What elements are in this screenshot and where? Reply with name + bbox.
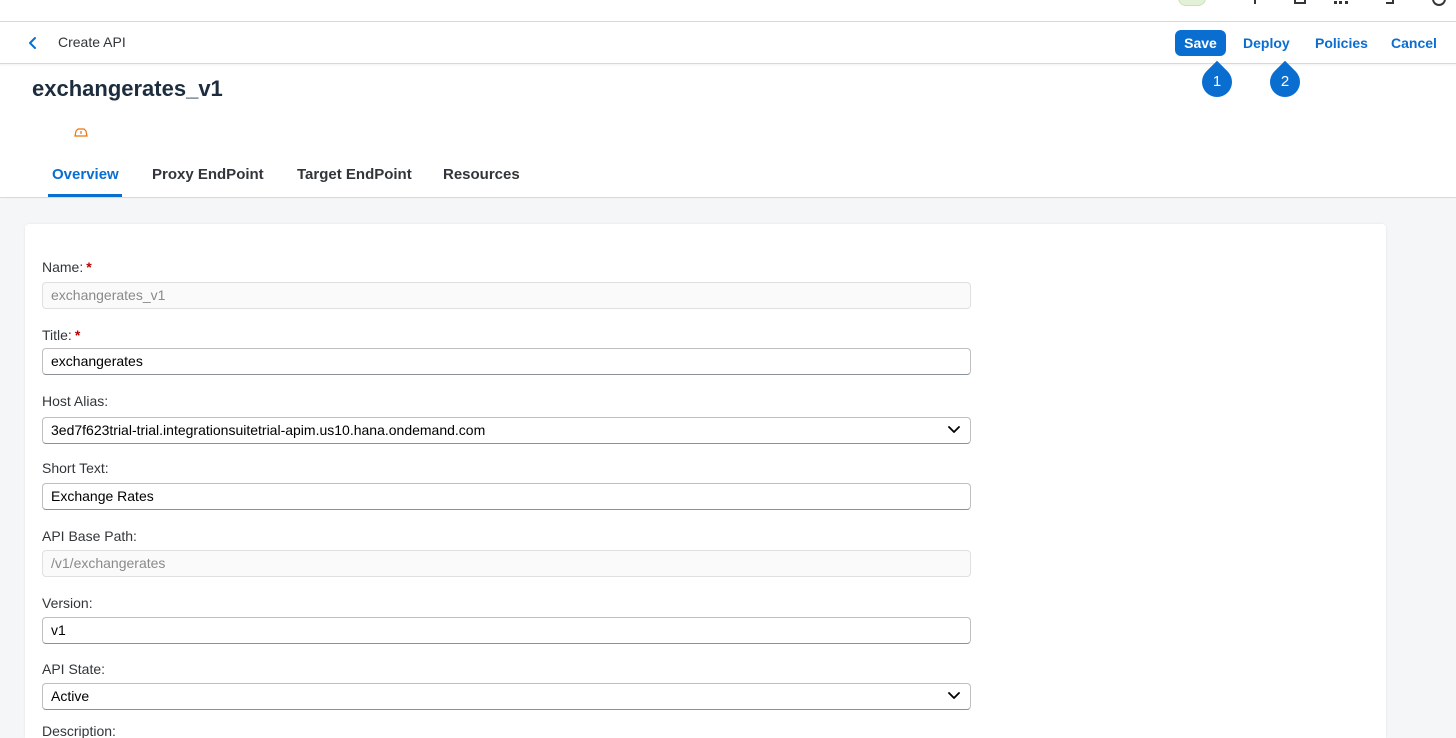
back-button[interactable] [22, 32, 44, 54]
tab-target-endpoint[interactable]: Target EndPoint [297, 166, 412, 183]
required-mark: * [86, 259, 92, 275]
warning-icon [74, 124, 88, 137]
api-state-select[interactable]: Active [42, 683, 971, 710]
short-text-field[interactable]: Exchange Rates [42, 483, 971, 510]
more-icon[interactable] [1334, 0, 1348, 4]
api-state-label: API State: [42, 661, 106, 677]
status-badge [1178, 0, 1206, 6]
name-field: exchangerates_v1 [42, 282, 971, 309]
shell-bar [0, 0, 1456, 22]
chevron-left-icon [29, 37, 36, 49]
host-alias-value: 3ed7f623trial-trial.integrationsuitetria… [51, 422, 486, 438]
callout-marker-1: 1 [1195, 60, 1239, 104]
tab-overview[interactable]: Overview [52, 166, 119, 183]
host-alias-label: Host Alias: [42, 393, 109, 409]
active-tab-indicator [48, 194, 122, 197]
chevron-down-icon[interactable] [948, 426, 960, 436]
version-label: Version: [42, 595, 93, 611]
user-icon[interactable] [1432, 0, 1446, 6]
chevron-down-icon[interactable] [948, 692, 960, 702]
required-mark: * [74, 327, 81, 343]
description-label: Description: [42, 723, 116, 738]
host-alias-select[interactable]: 3ed7f623trial-trial.integrationsuitetria… [42, 417, 971, 444]
clipboard-icon[interactable] [1294, 0, 1306, 4]
page-title: Create API [58, 34, 126, 50]
tab-proxy-endpoint[interactable]: Proxy EndPoint [152, 166, 264, 183]
api-state-value: Active [51, 688, 90, 704]
base-path-field: /v1/exchangerates [42, 550, 971, 577]
page-toolbar: Create API Save Deploy Policies Cancel [0, 22, 1456, 64]
cancel-button[interactable]: Cancel [1391, 30, 1437, 56]
tab-bar: Overview Proxy EndPoint Target EndPoint … [0, 150, 1456, 198]
deploy-button[interactable]: Deploy [1243, 30, 1290, 56]
save-button[interactable]: Save [1175, 30, 1226, 56]
title-label: Title: * [42, 327, 81, 343]
short-text-label: Short Text: [42, 460, 109, 476]
callout-marker-2: 2 [1263, 60, 1307, 104]
name-label: Name: * [42, 259, 92, 275]
tab-resources[interactable]: Resources [443, 166, 520, 183]
help-icon[interactable] [1386, 0, 1394, 4]
play-icon[interactable] [1252, 0, 1256, 4]
policies-button[interactable]: Policies [1315, 30, 1368, 56]
title-field[interactable]: exchangerates [42, 348, 971, 375]
version-field[interactable]: v1 [42, 617, 971, 644]
object-title: exchangerates_v1 [32, 76, 223, 101]
base-path-label: API Base Path: [42, 528, 137, 544]
